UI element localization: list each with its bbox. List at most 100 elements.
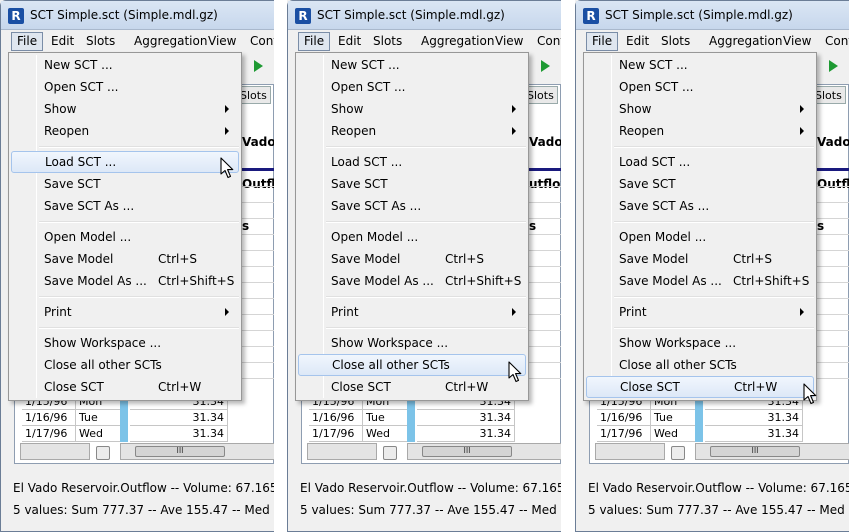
column-header-line: s [242, 219, 250, 233]
table-row[interactable]: 1/17/96 Wed 31.34 [301, 426, 561, 442]
menu-item-save-sct-as[interactable]: Save SCT As ... [298, 195, 526, 217]
scrollbar-thumb[interactable]: III [422, 446, 512, 457]
row-value[interactable]: 31.34 [705, 426, 803, 442]
menu-item-close-sct[interactable]: Close SCT Ctrl+W [11, 376, 239, 398]
run-play-icon[interactable] [541, 60, 550, 72]
menu-item-print[interactable]: Print [298, 301, 526, 323]
menu-item-close-all-other-scts[interactable]: Close all other SCTs [298, 354, 526, 376]
menu-item-new-sct[interactable]: New SCT ... [586, 54, 814, 76]
menu-edit[interactable]: Edit [333, 32, 366, 51]
column-header[interactable]: Vado utflow s [529, 107, 561, 261]
menu-conf[interactable]: Conf [245, 32, 274, 51]
menu-slots[interactable]: Slots [81, 32, 120, 51]
row-value[interactable]: 31.34 [417, 410, 515, 426]
menu-view[interactable]: View [778, 32, 816, 51]
menu-item-load-sct[interactable]: Load SCT ... [298, 151, 526, 173]
menu-conf[interactable]: Conf [532, 32, 561, 51]
menu-item-close-all-other-scts[interactable]: Close all other SCTs [11, 354, 239, 376]
menu-item-open-model[interactable]: Open Model ... [11, 226, 239, 248]
menu-item-save-sct-as[interactable]: Save SCT As ... [11, 195, 239, 217]
menu-file[interactable]: File [586, 32, 619, 51]
menu-item-open-model[interactable]: Open Model ... [586, 226, 814, 248]
row-value[interactable]: 31.34 [130, 426, 228, 442]
corner-button[interactable] [383, 446, 397, 460]
table-row[interactable]: 1/16/96 Tue 31.34 [301, 410, 561, 426]
menu-item-save-model[interactable]: Save Model Ctrl+S [11, 248, 239, 270]
column-header[interactable]: Vado Outflow s [817, 107, 849, 261]
column-header-line: utflow [529, 177, 561, 191]
menu-item-close-sct[interactable]: Close SCT Ctrl+W [298, 376, 526, 398]
menu-item-open-sct[interactable]: Open SCT ... [11, 76, 239, 98]
sct-window-panel-2: R SCT Simple.sct (Simple.mdl.gz) File Ed… [287, 0, 561, 532]
menu-slots[interactable]: Slots [656, 32, 695, 51]
menu-item-print[interactable]: Print [586, 301, 814, 323]
title-bar[interactable]: R SCT Simple.sct (Simple.mdl.gz) [288, 1, 561, 30]
grid-line [529, 202, 561, 203]
menu-edit[interactable]: Edit [621, 32, 654, 51]
scrollbar-thumb[interactable]: III [710, 446, 800, 457]
menu-item-close-all-other-scts[interactable]: Close all other SCTs [586, 354, 814, 376]
scrollbar-thumb[interactable]: III [135, 446, 225, 457]
row-day: Tue [363, 410, 409, 426]
menu-item-reopen[interactable]: Reopen [586, 120, 814, 142]
menu-file[interactable]: File [298, 32, 331, 51]
title-bar[interactable]: R SCT Simple.sct (Simple.mdl.gz) [576, 1, 849, 30]
menu-item-open-sct[interactable]: Open SCT ... [586, 76, 814, 98]
run-play-icon[interactable] [254, 60, 263, 72]
menu-item-load-sct[interactable]: Load SCT ... [586, 151, 814, 173]
menu-item-save-model[interactable]: Save Model Ctrl+S [298, 248, 526, 270]
menu-item-save-model[interactable]: Save Model Ctrl+S [586, 248, 814, 270]
table-row[interactable]: 1/17/96 Wed 31.34 [589, 426, 849, 442]
menu-edit[interactable]: Edit [46, 32, 79, 51]
run-play-icon[interactable] [829, 60, 838, 72]
menu-item-close-sct[interactable]: Close SCT Ctrl+W [586, 376, 814, 398]
menu-item-show[interactable]: Show [298, 98, 526, 120]
column-header[interactable]: Vado Outflow s [242, 107, 274, 261]
menu-view[interactable]: View [490, 32, 528, 51]
menu-item-save-sct[interactable]: Save SCT [586, 173, 814, 195]
menu-conf[interactable]: Conf [820, 32, 849, 51]
row-value[interactable]: 31.34 [705, 410, 803, 426]
menu-item-save-model-as[interactable]: Save Model As ... Ctrl+Shift+S [298, 270, 526, 292]
menu-item-new-sct[interactable]: New SCT ... [11, 54, 239, 76]
corner-button[interactable] [96, 446, 110, 460]
corner-button[interactable] [671, 446, 685, 460]
menu-item-save-model-as[interactable]: Save Model As ... Ctrl+Shift+S [586, 270, 814, 292]
menu-item-show-workspace[interactable]: Show Workspace ... [586, 332, 814, 354]
menu-aggregation[interactable]: Aggregation [129, 32, 212, 51]
horizontal-scrollbar[interactable]: III [407, 443, 561, 460]
menu-item-reopen[interactable]: Reopen [11, 120, 239, 142]
menu-item-new-sct[interactable]: New SCT ... [298, 54, 526, 76]
menu-item-print[interactable]: Print [11, 301, 239, 323]
menu-aggregation[interactable]: Aggregation [704, 32, 787, 51]
table-row[interactable]: 1/17/96 Wed 31.34 [14, 426, 274, 442]
menu-view[interactable]: View [203, 32, 241, 51]
horizontal-scrollbar[interactable]: III [695, 443, 849, 460]
menu-item-show-workspace[interactable]: Show Workspace ... [298, 332, 526, 354]
menu-slots[interactable]: Slots [368, 32, 407, 51]
menu-item-reopen[interactable]: Reopen [298, 120, 526, 142]
menu-item-save-sct[interactable]: Save SCT [298, 173, 526, 195]
menu-item-show[interactable]: Show [586, 98, 814, 120]
menu-item-save-sct[interactable]: Save SCT [11, 173, 239, 195]
menu-item-open-model[interactable]: Open Model ... [298, 226, 526, 248]
menu-file[interactable]: File [11, 32, 44, 51]
table-row[interactable]: 1/16/96 Tue 31.34 [14, 410, 274, 426]
horizontal-scrollbar-left[interactable] [20, 443, 90, 460]
menu-item-open-sct[interactable]: Open SCT ... [298, 76, 526, 98]
menu-item-save-model-as[interactable]: Save Model As ... Ctrl+Shift+S [11, 270, 239, 292]
horizontal-scrollbar[interactable]: III [120, 443, 274, 460]
menu-item-save-sct-as[interactable]: Save SCT As ... [586, 195, 814, 217]
horizontal-scrollbar-left[interactable] [307, 443, 377, 460]
menu-item-label: Save Model As ... [44, 274, 147, 288]
horizontal-scrollbar-left[interactable] [595, 443, 665, 460]
menu-item-load-sct[interactable]: Load SCT ... [11, 151, 239, 173]
title-bar[interactable]: R SCT Simple.sct (Simple.mdl.gz) [1, 1, 274, 30]
grid-line [242, 266, 274, 267]
row-value[interactable]: 31.34 [130, 410, 228, 426]
table-row[interactable]: 1/16/96 Tue 31.34 [589, 410, 849, 426]
menu-item-show-workspace[interactable]: Show Workspace ... [11, 332, 239, 354]
menu-aggregation[interactable]: Aggregation [416, 32, 499, 51]
row-value[interactable]: 31.34 [417, 426, 515, 442]
menu-item-show[interactable]: Show [11, 98, 239, 120]
